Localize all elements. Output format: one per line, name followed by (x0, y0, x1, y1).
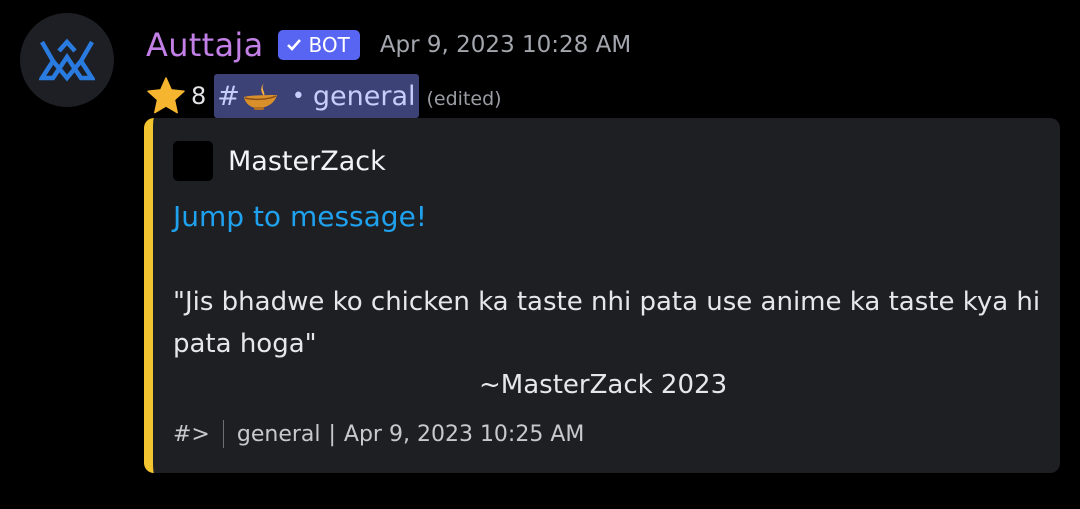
jump-to-message-link[interactable]: Jump to message! (173, 200, 427, 233)
edited-label: (edited) (426, 88, 502, 110)
author-username[interactable]: Auttaja (146, 26, 263, 64)
channel-separator: • (291, 83, 305, 109)
embed-author-name: MasterZack (228, 145, 386, 177)
star-count: 8 (191, 82, 207, 110)
footer-timestamp: Apr 9, 2023 10:25 AM (343, 421, 585, 447)
embed-author: MasterZack (173, 141, 386, 181)
embed-footer: #> general | Apr 9, 2023 10:25 AM (173, 420, 584, 448)
footer-channel-name: general (236, 421, 321, 447)
channel-name: general (312, 80, 416, 112)
starboard-embed: MasterZack Jump to message! "Jis bhadwe … (144, 118, 1060, 473)
channel-text-icon: #> (173, 421, 210, 447)
checkmark-icon (287, 39, 302, 51)
channel-hash: # (217, 80, 240, 112)
oil-lamp-icon (242, 81, 278, 111)
bot-avatar[interactable] (20, 13, 114, 107)
embed-quote-text: "Jis bhadwe ko chicken ka taste nhi pata… (173, 287, 1041, 359)
message-timestamp: Apr 9, 2023 10:28 AM (379, 32, 632, 58)
chat-message: Auttaja BOT Apr 9, 2023 10:28 AM 8 # • g… (0, 0, 1080, 509)
crown-logo-icon (39, 38, 95, 82)
footer-divider (222, 420, 224, 448)
message-content: 8 # • general (edited) (146, 74, 502, 118)
star-icon (146, 76, 186, 116)
bot-badge-label: BOT (308, 33, 350, 57)
embed-signature: ~MasterZack 2023 (479, 370, 728, 400)
bot-badge: BOT (278, 30, 360, 60)
embed-author-avatar (173, 141, 213, 181)
footer-separator: | (328, 421, 336, 447)
channel-mention[interactable]: # • general (214, 74, 419, 118)
message-header: Auttaja BOT Apr 9, 2023 10:28 AM (146, 22, 631, 68)
